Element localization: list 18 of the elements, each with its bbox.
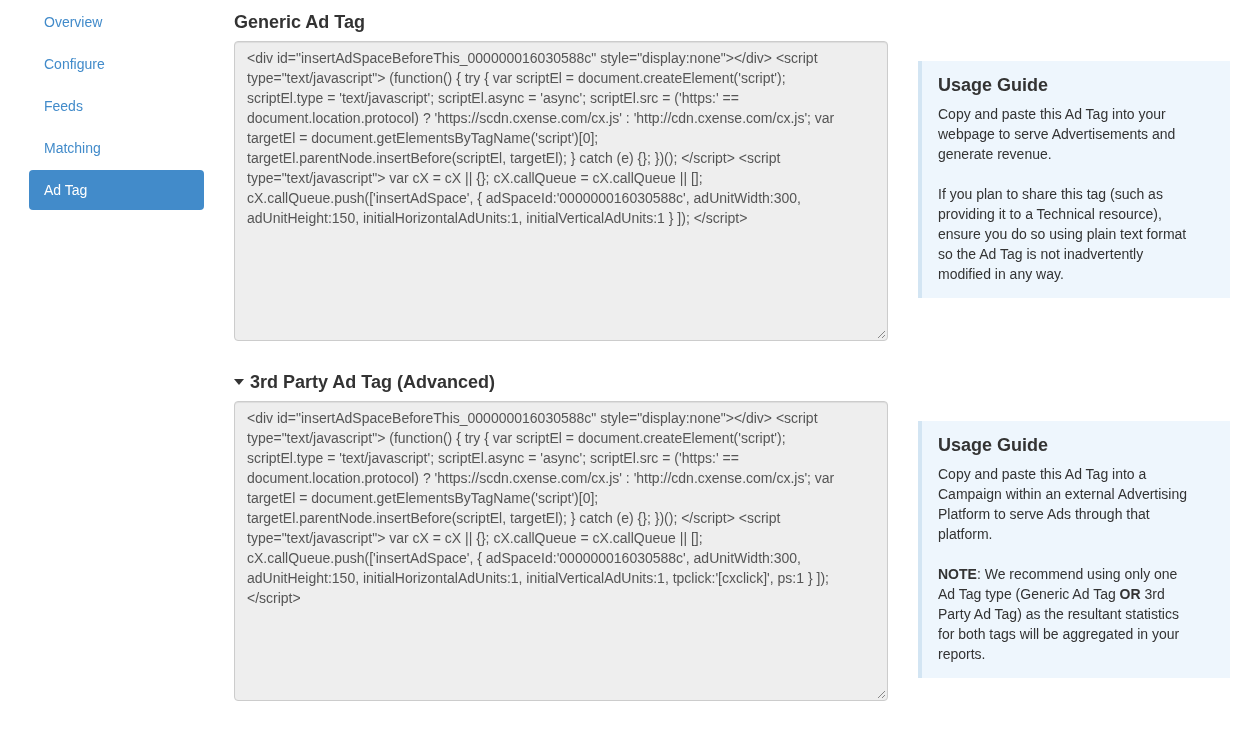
code-textarea[interactable]: <div id="insertAdSpaceBeforeThis_000000016030588c" style="display:none"></div> <script type="text/javascript"> (function() { try { var scriptEl = document.createElement('script'); scriptEl.type = 'text/javascript'; scriptEl.async = 'async'; scriptEl.src = ('https:' == document.location.protocol) ? 'https://scdn.cxense.com/cx.js' : 'http://cdn.cxense.com/cx.js'; var targetEl = document.getElementsByTagName('script')[0]; targetEl.parentNode.insertBefore(scriptEl, targetEl); } catch (e) {}; })(); </script> <script type="text/javascript"> var cX = cX || {}; cX.callQueue = cX.callQueue || []; cX.callQueue.push(['insertAdSpace', { adSpaceId:'000000016030588c', adUnitWidth:300, adUnitHeight:150, initialHorizontalAdUnits:1, initialVerticalAdUnits:1 } ]); </script>	[234, 41, 888, 341]
sidebar-item[interactable]: Configure	[29, 44, 204, 84]
resize-handle-icon[interactable]	[877, 330, 885, 338]
guide-title: Usage Guide	[938, 435, 1050, 455]
resize-handle-icon[interactable]	[877, 690, 885, 698]
sidebar-item[interactable]: Matching	[29, 128, 204, 168]
guide-text: Copy and paste this Ad Tag into a Campaign within an external Advertising Platform to serve Ads through that platform.	[938, 465, 1189, 544]
section-heading: Generic Ad Tag	[234, 11, 366, 33]
section-heading: 3rd Party Ad Tag (Advanced)	[250, 371, 496, 393]
guide-title: Usage Guide	[938, 75, 1050, 95]
guide-text: NOTE: We recommend using only one Ad Tag type (Generic Ad Tag OR 3rd Party Ad Tag) as the resultant statistics for both tags will be aggregated in your reports.	[938, 565, 1181, 664]
sidebar-item[interactable]: Ad Tag	[29, 170, 204, 210]
caret-icon[interactable]	[234, 379, 244, 385]
sidebar-item[interactable]: Feeds	[29, 86, 204, 126]
guide-text: If you plan to share this tag (such as providing it to a Technical resource), ensure you do so using plain text format so the Ad Tag is not inadvertently modified in any way.	[938, 185, 1188, 284]
code-textarea[interactable]: <div id="insertAdSpaceBeforeThis_000000016030588c" style="display:none"></div> <script type="text/javascript"> (function() { try { var scriptEl = document.createElement('script'); scriptEl.type = 'text/javascript'; scriptEl.async = 'async'; scriptEl.src = ('https:' == document.location.protocol) ? 'https://scdn.cxense.com/cx.js' : 'http://cdn.cxense.com/cx.js'; var targetEl = document.getElementsByTagName('script')[0]; targetEl.parentNode.insertBefore(scriptEl, targetEl); } catch (e) {}; })(); </script> <script type="text/javascript"> var cX = cX || {}; cX.callQueue = cX.callQueue || []; cX.callQueue.push(['insertAdSpace', { adSpaceId:'000000016030588c', adUnitWidth:300, adUnitHeight:150, initialHorizontalAdUnits:1, initialVerticalAdUnits:1, tpclick:'[cxclick]', ps:1 } ]); </script>	[234, 401, 888, 701]
guide-text: Copy and paste this Ad Tag into your webpage to serve Advertisements and generate revenue.	[938, 105, 1177, 164]
sidebar-item[interactable]: Overview	[29, 2, 204, 42]
